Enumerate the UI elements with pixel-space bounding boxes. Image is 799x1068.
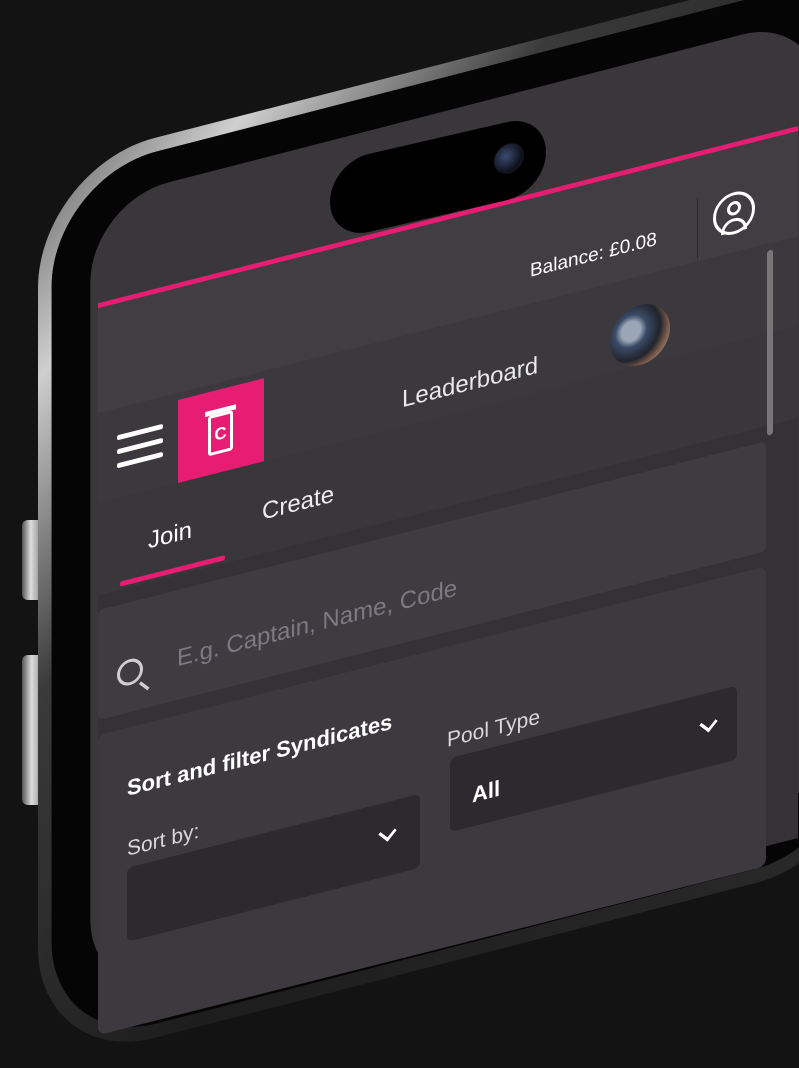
scrollbar[interactable] [767, 249, 773, 436]
logo-letter: C [214, 422, 227, 445]
logo-jar-icon: C [208, 410, 233, 457]
menu-line [117, 437, 163, 455]
header-divider [697, 198, 698, 259]
app-screen: Balance: £0.08 C Leaderboard Join Create… [0, 0, 799, 1036]
chevron-down-icon [699, 714, 718, 733]
camera-lens [494, 140, 524, 178]
account-head-shape [727, 199, 741, 218]
pool-type-value: All [472, 775, 501, 808]
chevron-down-icon [378, 823, 397, 842]
